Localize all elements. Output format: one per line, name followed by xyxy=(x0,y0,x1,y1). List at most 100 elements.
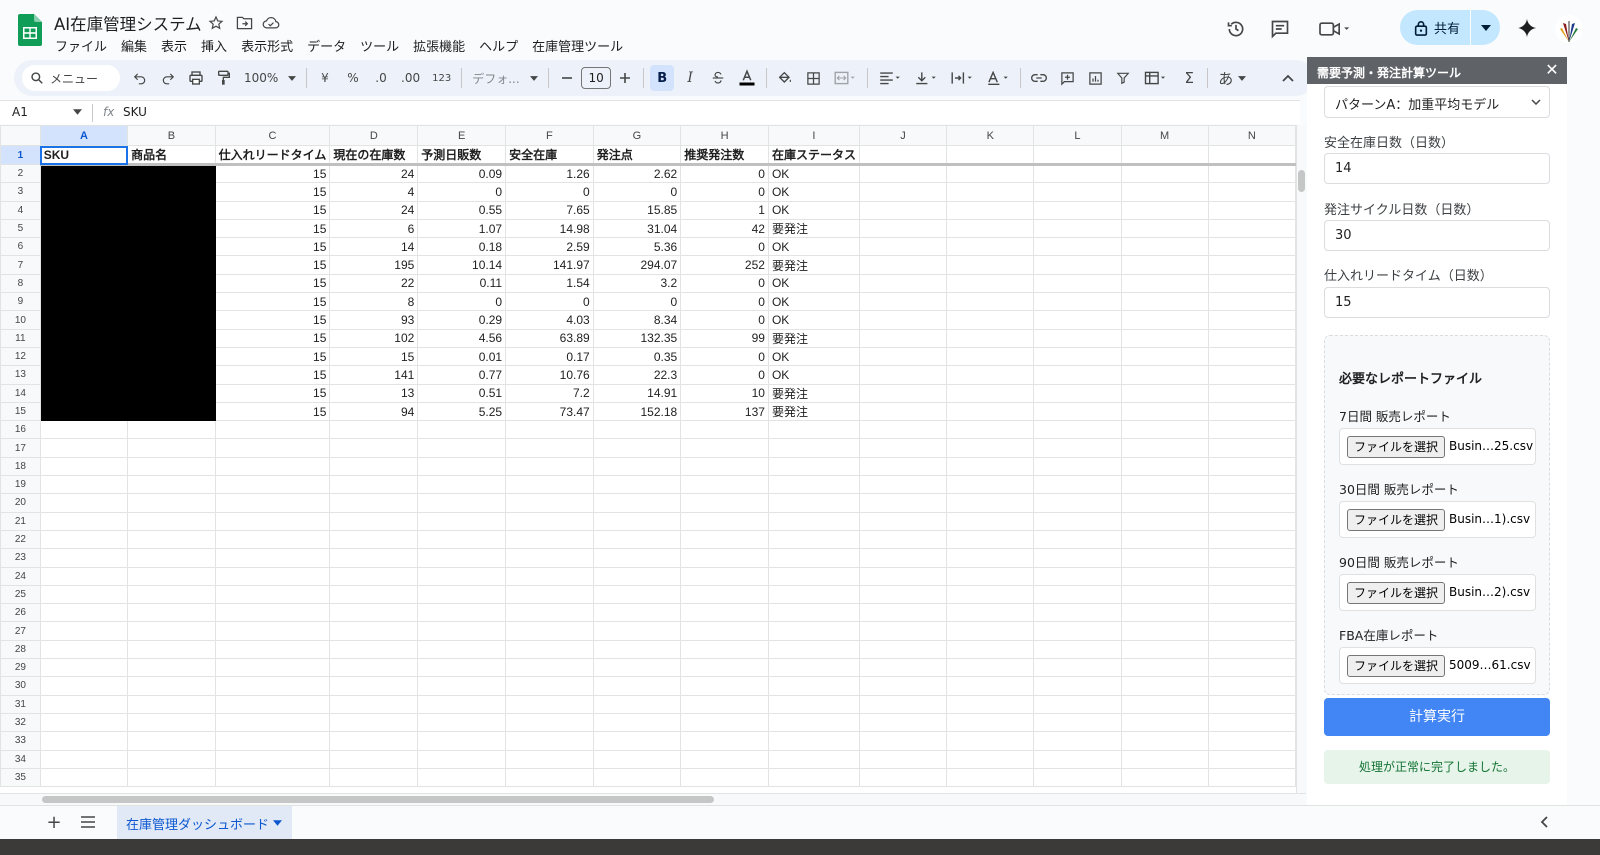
cell-g35[interactable] xyxy=(592,767,682,788)
cell-g6[interactable]: 5.36 xyxy=(592,237,682,257)
cell-d33[interactable] xyxy=(329,731,419,751)
cell-m4[interactable] xyxy=(1120,200,1209,220)
cell-a31[interactable] xyxy=(39,694,129,714)
cell-d28[interactable] xyxy=(329,639,419,660)
menu-help[interactable]: ヘルプ xyxy=(472,34,525,56)
redacted-cell[interactable] xyxy=(127,255,216,275)
cell-l17[interactable] xyxy=(1033,438,1122,458)
cell-m28[interactable] xyxy=(1120,639,1209,660)
cell-d17[interactable] xyxy=(329,438,419,458)
increase-decimal-button[interactable]: .00 xyxy=(397,65,424,91)
cell-k8[interactable] xyxy=(946,273,1035,294)
cell-d32[interactable] xyxy=(329,712,419,733)
cell-e28[interactable] xyxy=(417,639,507,660)
column-header-e[interactable]: E xyxy=(417,125,507,146)
cell-f31[interactable] xyxy=(505,694,594,714)
cell-k11[interactable] xyxy=(946,328,1035,348)
cell-f35[interactable] xyxy=(505,767,594,788)
cell-k20[interactable] xyxy=(946,493,1035,513)
cell-g7[interactable]: 294.07 xyxy=(592,255,682,275)
row-header[interactable]: 23 xyxy=(0,548,41,568)
cell-m3[interactable] xyxy=(1120,182,1209,202)
row-header[interactable]: 20 xyxy=(0,493,41,513)
cell-f9[interactable]: 0 xyxy=(505,292,594,312)
functions-button[interactable]: Σ xyxy=(1177,65,1201,91)
row-header[interactable]: 32 xyxy=(0,712,41,733)
cell-h18[interactable] xyxy=(680,456,769,477)
cell-d9[interactable]: 8 xyxy=(329,292,419,312)
cell-d35[interactable] xyxy=(329,767,419,788)
cell-k34[interactable] xyxy=(946,749,1035,769)
cell-f18[interactable] xyxy=(505,456,594,477)
cell-n2[interactable] xyxy=(1207,163,1296,184)
cell-j31[interactable] xyxy=(858,694,948,714)
print-icon[interactable] xyxy=(184,65,208,91)
row-header[interactable]: 13 xyxy=(0,365,41,385)
cell-d30[interactable] xyxy=(329,676,419,696)
cell-h16[interactable] xyxy=(680,420,769,440)
column-header-k[interactable]: K xyxy=(946,125,1035,146)
cell-k17[interactable] xyxy=(946,438,1035,458)
cell-l30[interactable] xyxy=(1033,676,1122,696)
cell-d6[interactable]: 14 xyxy=(329,237,419,257)
cell-d1[interactable]: 現在の在庫数 xyxy=(329,145,419,166)
order-cycle-days-input[interactable]: 30 xyxy=(1324,220,1550,251)
column-header-d[interactable]: D xyxy=(329,125,419,146)
cell-n25[interactable] xyxy=(1207,584,1296,605)
cell-m6[interactable] xyxy=(1120,237,1209,257)
cell-e1[interactable]: 予測日販数 xyxy=(417,145,507,166)
cell-j14[interactable] xyxy=(858,383,948,403)
menu-file[interactable]: ファイル xyxy=(48,34,114,56)
cell-l9[interactable] xyxy=(1033,292,1122,312)
cell-i7[interactable]: 要発注 xyxy=(767,255,860,275)
cell-c21[interactable] xyxy=(214,511,331,531)
cell-j35[interactable] xyxy=(858,767,948,788)
cell-l8[interactable] xyxy=(1033,273,1122,294)
cell-e13[interactable]: 0.77 xyxy=(417,365,507,385)
cell-l3[interactable] xyxy=(1033,182,1122,202)
cell-d34[interactable] xyxy=(329,749,419,769)
cell-j1[interactable] xyxy=(858,145,948,166)
redacted-cell[interactable] xyxy=(39,237,129,257)
cell-j28[interactable] xyxy=(858,639,948,660)
cell-j8[interactable] xyxy=(858,273,948,294)
font-size-increase-icon[interactable] xyxy=(613,65,637,91)
cell-n26[interactable] xyxy=(1207,603,1296,623)
column-header-a[interactable]: A xyxy=(39,125,129,146)
cell-e6[interactable]: 0.18 xyxy=(417,237,507,257)
fill-color-icon[interactable] xyxy=(773,65,797,91)
cell-c9[interactable]: 15 xyxy=(214,292,331,312)
cell-j17[interactable] xyxy=(858,438,948,458)
cell-a25[interactable] xyxy=(39,584,129,605)
percent-format-button[interactable]: % xyxy=(341,65,365,91)
merge-cells-icon[interactable] xyxy=(829,65,861,91)
cell-c33[interactable] xyxy=(214,731,331,751)
cell-j21[interactable] xyxy=(858,511,948,531)
insert-comment-icon[interactable] xyxy=(1055,65,1079,91)
cell-b19[interactable] xyxy=(127,475,216,495)
cell-a26[interactable] xyxy=(39,603,129,623)
cell-k18[interactable] xyxy=(946,456,1035,477)
cell-g33[interactable] xyxy=(592,731,682,751)
cell-m24[interactable] xyxy=(1120,566,1209,586)
cell-i31[interactable] xyxy=(767,694,860,714)
cell-a21[interactable] xyxy=(39,511,129,531)
collapse-toolbar-icon[interactable] xyxy=(1276,65,1300,91)
cell-f26[interactable] xyxy=(505,603,594,623)
cell-m33[interactable] xyxy=(1120,731,1209,751)
spreadsheet-grid[interactable]: ABCDEFGHIJKLMN 1 SKU 商品名 仕入れリードタイム 現在の在庫数 予測日… xyxy=(0,125,1296,793)
cell-b32[interactable] xyxy=(127,712,216,733)
vertical-scrollbar[interactable] xyxy=(1296,125,1306,793)
cell-h22[interactable] xyxy=(680,529,769,550)
row-header[interactable]: 8 xyxy=(0,273,41,294)
cell-e20[interactable] xyxy=(417,493,507,513)
cell-c34[interactable] xyxy=(214,749,331,769)
row-header[interactable]: 17 xyxy=(0,438,41,458)
cell-m17[interactable] xyxy=(1120,438,1209,458)
cell-m21[interactable] xyxy=(1120,511,1209,531)
cell-h34[interactable] xyxy=(680,749,769,769)
cell-n11[interactable] xyxy=(1207,328,1296,348)
redacted-cell[interactable] xyxy=(127,328,216,348)
cell-m10[interactable] xyxy=(1120,310,1209,330)
cell-i24[interactable] xyxy=(767,566,860,586)
